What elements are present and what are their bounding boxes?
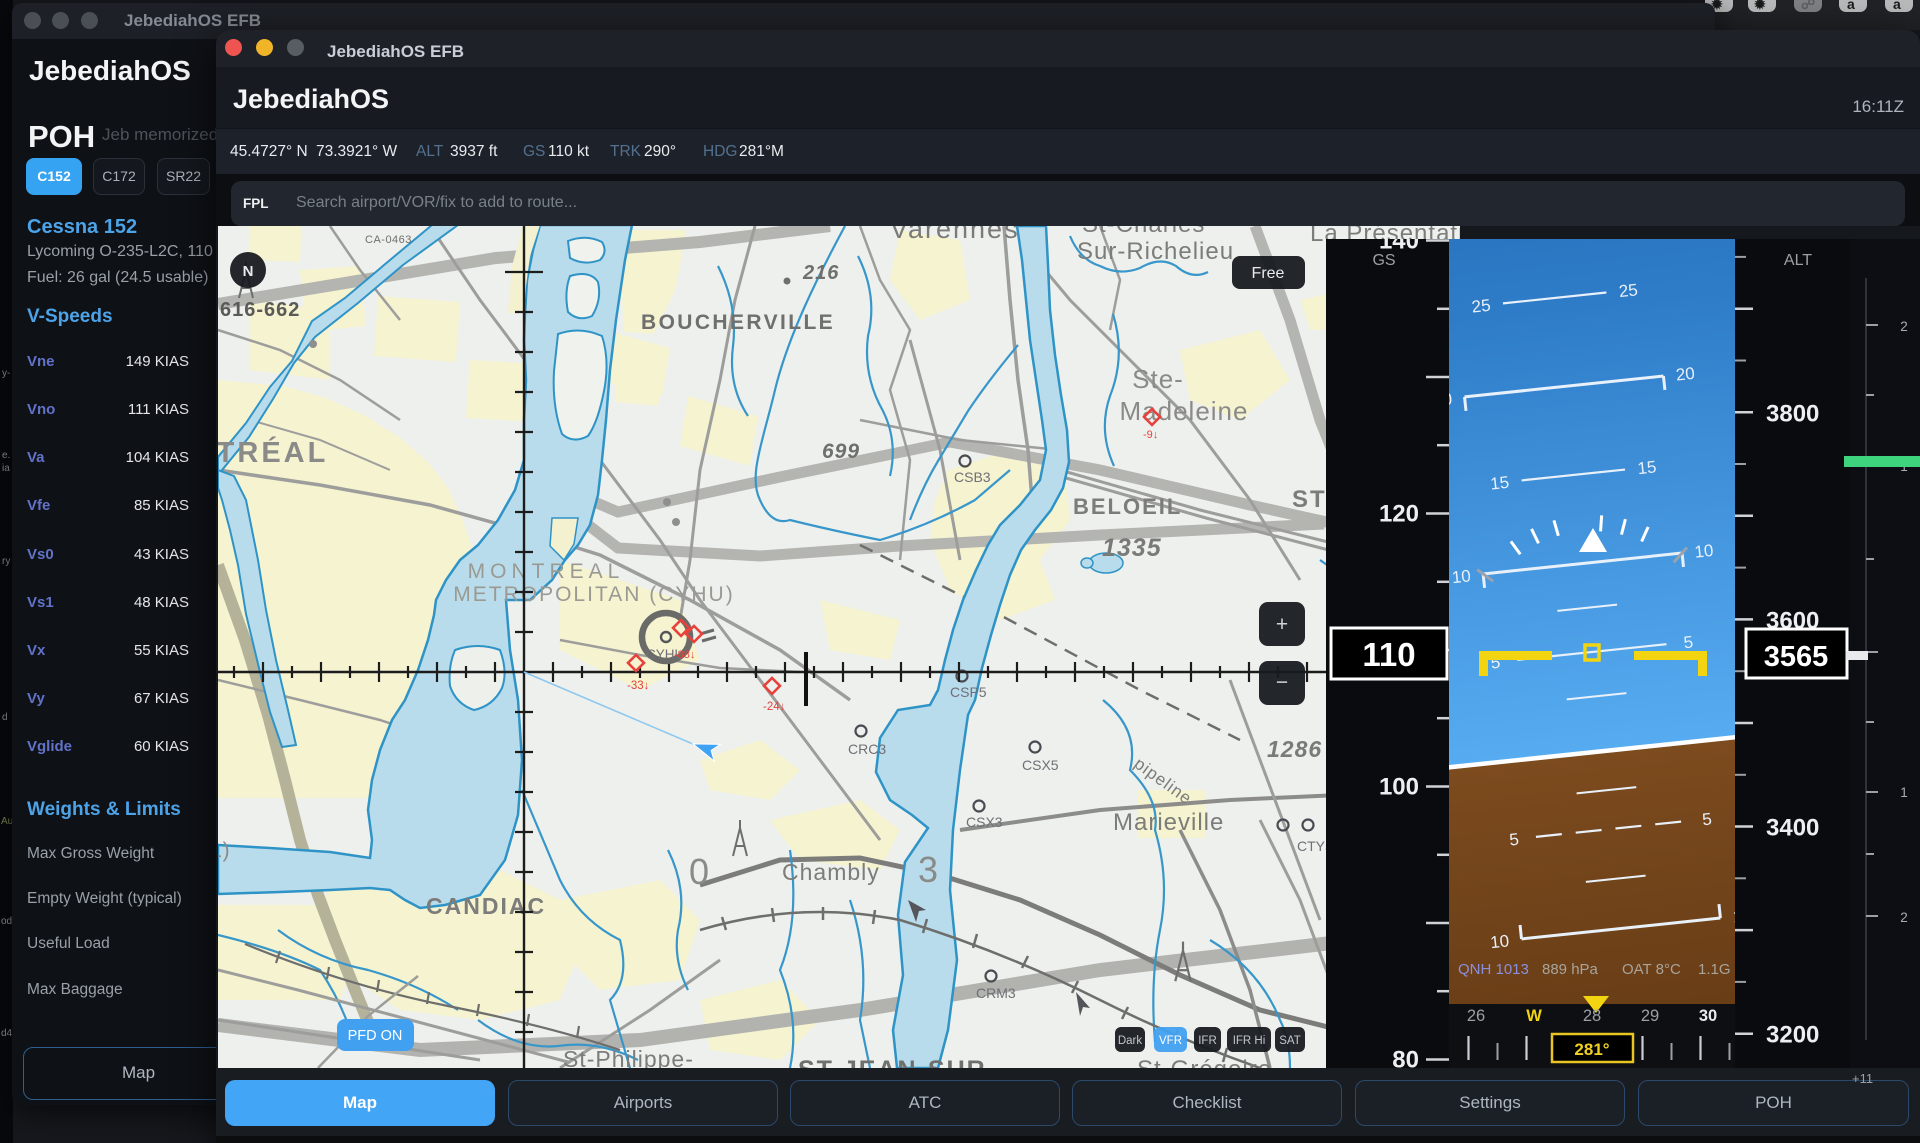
svg-text:3800: 3800 [1766,400,1819,427]
svg-text:MONTRÉAL: MONTRÉAL [218,435,328,469]
svg-text:BOUCHERVILLE: BOUCHERVILLE [641,311,835,334]
svg-text:-9↓: -9↓ [1143,429,1158,441]
svg-text:+: + [1276,613,1288,636]
svg-text:110: 110 [1362,636,1415,673]
svg-text:616-662: 616-662 [220,299,300,321]
svg-text:N: N [243,263,254,280]
svg-text:PFD ON: PFD ON [348,1028,403,1044]
svg-text:CANDIAC: CANDIAC [426,893,546,919]
svg-text:CSX5: CSX5 [1022,757,1059,773]
svg-text:MONTREAL: MONTREAL [468,560,625,583]
svg-text:Free: Free [1252,265,1285,282]
svg-text:SAT: SAT [1279,1035,1301,1047]
svg-text:10: 10 [1694,541,1715,562]
svg-text:CSB3: CSB3 [954,469,991,485]
svg-text:GS: GS [1372,252,1395,269]
svg-text:St-Charles: St-Charles [1082,226,1205,238]
svg-text:28: 28 [1583,1007,1601,1025]
svg-text:−: − [1276,671,1288,694]
svg-text:5: 5 [1683,632,1694,652]
svg-text:120: 120 [1379,501,1419,528]
svg-text:W: W [1526,1007,1542,1025]
svg-text:CRM3: CRM3 [976,985,1016,1001]
svg-text:ST: ST [1292,486,1327,513]
svg-text:QNH 1013: QNH 1013 [1458,961,1529,978]
svg-text:1.1G: 1.1G [1698,961,1731,978]
svg-text:Chambly: Chambly [782,859,880,885]
svg-text:10: 10 [1451,566,1472,587]
svg-text:Sur-Richelieu: Sur-Richelieu [1077,238,1234,265]
svg-text:Marieville: Marieville [1113,809,1224,836]
svg-text:METROPOLITAN (CYHU): METROPOLITAN (CYHU) [453,583,734,606]
svg-text:3400: 3400 [1766,815,1819,842]
svg-text:ST-JEAN-SUR: ST-JEAN-SUR [798,1056,987,1068]
svg-text:CSP5: CSP5 [950,684,987,700]
svg-text:30: 30 [1699,1007,1717,1025]
svg-text:216: 216 [802,262,839,284]
svg-text:-88↓: -88↓ [674,649,695,661]
svg-text:OAT 8°C: OAT 8°C [1622,961,1681,978]
svg-text:-24↓: -24↓ [763,701,785,713]
svg-text:1286: 1286 [1267,736,1322,762]
svg-text:ALT: ALT [1784,252,1812,269]
svg-text:80: 80 [1392,1047,1419,1069]
svg-text:15: 15 [1637,457,1658,478]
svg-text:25: 25 [1471,296,1492,317]
svg-text:CSX3: CSX3 [966,814,1003,830]
svg-text:100: 100 [1379,774,1419,801]
svg-text:15: 15 [1489,473,1510,494]
svg-text:2: 2 [1900,319,1908,334]
svg-text:BELOEIL: BELOEIL [1073,494,1182,519]
svg-text:St-Philippe-: St-Philippe- [563,1046,694,1068]
svg-text:699: 699 [822,440,860,463]
svg-text:1335: 1335 [1102,534,1162,562]
svg-text:St-Grégoire: St-Grégoire [1137,1056,1272,1068]
svg-text:CRC3: CRC3 [848,741,886,757]
svg-text:Varennes: Varennes [890,226,1020,244]
svg-text:140: 140 [1379,239,1419,255]
svg-text:VFR: VFR [1159,1035,1182,1047]
svg-text:281°: 281° [1574,1040,1609,1059]
svg-text:2: 2 [1900,910,1908,925]
svg-text:-33↓: -33↓ [627,680,649,692]
svg-text:20: 20 [1675,364,1696,385]
svg-text:CA-0463: CA-0463 [365,234,412,246]
svg-text:5: 5 [1701,809,1712,829]
svg-text:10: 10 [1489,931,1510,952]
svg-text:IFR Hi: IFR Hi [1233,1035,1266,1047]
svg-text:IFR: IFR [1198,1035,1217,1047]
svg-text:3565: 3565 [1764,641,1829,673]
svg-text:3200: 3200 [1766,1022,1819,1049]
svg-text:Ste-: Ste- [1132,364,1184,394]
svg-text:25: 25 [1618,280,1639,301]
svg-text:1: 1 [1900,785,1908,800]
svg-text:0: 0 [689,851,709,892]
svg-text:889 hPa: 889 hPa [1542,961,1599,978]
svg-text:29: 29 [1641,1007,1659,1025]
svg-text:Madeleine: Madeleine [1120,396,1249,426]
svg-text:Dark: Dark [1118,1035,1143,1047]
svg-text:5: 5 [1508,830,1519,850]
svg-text:L): L) [218,839,231,862]
svg-text:3: 3 [918,849,938,890]
svg-text:26: 26 [1467,1007,1485,1025]
